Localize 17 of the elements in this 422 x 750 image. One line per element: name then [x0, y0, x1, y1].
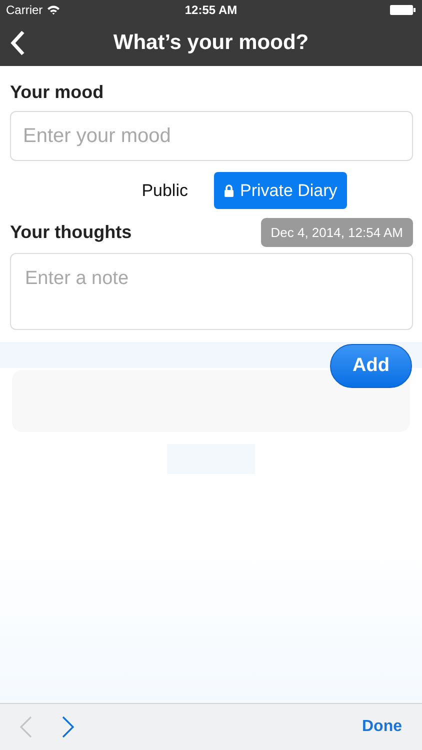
wifi-icon — [46, 5, 60, 15]
battery-icon — [390, 5, 416, 15]
carrier-label: Carrier — [6, 3, 43, 17]
lock-icon — [224, 184, 234, 197]
add-button[interactable]: Add — [330, 344, 412, 388]
timestamp-badge[interactable]: Dec 4, 2014, 12:54 AM — [260, 218, 413, 247]
next-icon[interactable] — [62, 716, 74, 738]
mood-label: Your mood — [10, 82, 105, 103]
done-button[interactable]: Done — [356, 717, 408, 737]
visibility-option[interactable]: Public — [132, 172, 198, 209]
back-icon[interactable] — [10, 30, 26, 56]
mood-field[interactable]: Enter your mood — [10, 111, 413, 161]
screen-title: What’s your mood? — [113, 31, 309, 55]
note-field[interactable]: Enter a note — [10, 253, 413, 330]
status-time: 12:55 AM — [184, 3, 238, 17]
thoughts-label: Your thoughts — [10, 222, 132, 243]
visibility-option[interactable]: Private Diary — [214, 172, 348, 209]
